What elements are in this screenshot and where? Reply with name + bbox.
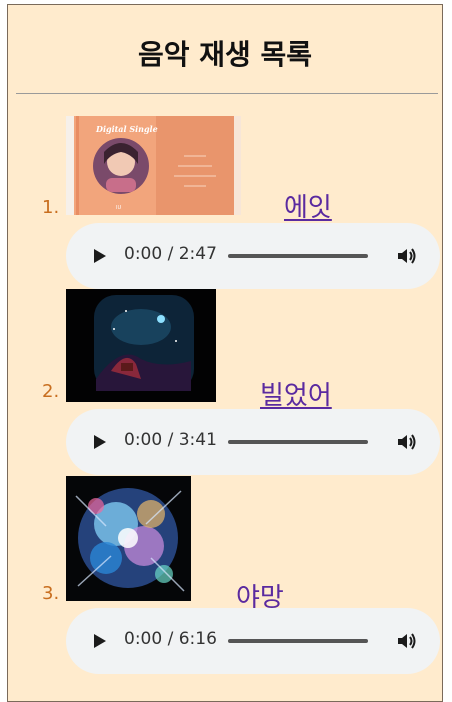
audio-player-3[interactable]: 0:00 / 6:16 bbox=[66, 608, 440, 674]
page-title: 음악 재생 목록 bbox=[137, 38, 313, 71]
time-display: 0:00 / 2:47 bbox=[124, 244, 217, 264]
album-cover-2 bbox=[66, 289, 216, 402]
progress-bar[interactable] bbox=[228, 440, 368, 444]
playlist-container: 음악 재생 목록 1. Digital Single IU 에잇 0:00 / … bbox=[7, 4, 443, 702]
song-link-1[interactable]: 에잇 bbox=[284, 187, 332, 224]
play-icon[interactable] bbox=[94, 435, 106, 449]
progress-bar[interactable] bbox=[228, 254, 368, 258]
progress-bar[interactable] bbox=[228, 639, 368, 643]
album-cover-3 bbox=[66, 476, 191, 601]
volume-icon[interactable] bbox=[396, 631, 418, 651]
album-cover-1: Digital Single IU bbox=[66, 116, 241, 215]
cover-artist: IU bbox=[116, 205, 121, 211]
play-icon[interactable] bbox=[94, 634, 106, 648]
time-display: 0:00 / 3:41 bbox=[124, 430, 217, 450]
cover-badge: Digital Single bbox=[95, 124, 158, 134]
divider bbox=[16, 93, 438, 94]
audio-player-1[interactable]: 0:00 / 2:47 bbox=[66, 223, 440, 289]
volume-icon[interactable] bbox=[396, 246, 418, 266]
volume-icon[interactable] bbox=[396, 432, 418, 452]
time-display: 0:00 / 6:16 bbox=[124, 629, 217, 649]
audio-player-2[interactable]: 0:00 / 3:41 bbox=[66, 409, 440, 475]
play-icon[interactable] bbox=[94, 249, 106, 263]
list-number: 1. bbox=[42, 197, 60, 218]
song-link-2[interactable]: 빌었어 bbox=[260, 375, 332, 412]
list-number: 2. bbox=[42, 381, 60, 402]
list-number: 3. bbox=[42, 583, 60, 604]
